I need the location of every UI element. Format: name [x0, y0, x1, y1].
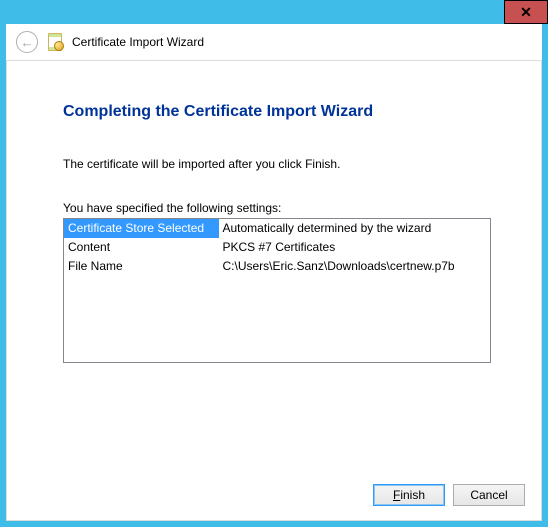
cancel-button-label: Cancel: [470, 488, 507, 502]
setting-key: Certificate Store Selected: [64, 219, 219, 238]
wizard-header: ← Certificate Import Wizard: [6, 24, 542, 60]
table-row[interactable]: Content PKCS #7 Certificates: [64, 238, 491, 257]
close-icon: ✕: [520, 4, 532, 21]
setting-value: C:\Users\Eric.Sanz\Downloads\certnew.p7b: [219, 257, 491, 276]
finish-button-label: Finish: [393, 488, 425, 502]
close-button[interactable]: ✕: [504, 0, 548, 24]
cancel-button[interactable]: Cancel: [453, 484, 525, 506]
setting-value: PKCS #7 Certificates: [219, 238, 491, 257]
table-row[interactable]: File Name C:\Users\Eric.Sanz\Downloads\c…: [64, 257, 491, 276]
settings-table: Certificate Store Selected Automatically…: [63, 218, 491, 363]
button-row: Finish Cancel: [373, 484, 525, 506]
setting-key: Content: [64, 238, 219, 257]
settings-label: You have specified the following setting…: [63, 201, 491, 215]
setting-value: Automatically determined by the wizard: [219, 219, 491, 238]
arrow-left-icon: ←: [21, 36, 34, 49]
back-button[interactable]: ←: [16, 31, 38, 53]
content-panel: Completing the Certificate Import Wizard…: [6, 60, 542, 521]
titlebar: ✕: [0, 0, 548, 24]
wizard-title: Certificate Import Wizard: [72, 35, 204, 49]
finish-button[interactable]: Finish: [373, 484, 445, 506]
instruction-text: The certificate will be imported after y…: [63, 157, 491, 171]
table-row[interactable]: Certificate Store Selected Automatically…: [64, 219, 491, 238]
certificate-icon: [46, 33, 64, 51]
page-heading: Completing the Certificate Import Wizard: [63, 103, 491, 121]
setting-key: File Name: [64, 257, 219, 276]
